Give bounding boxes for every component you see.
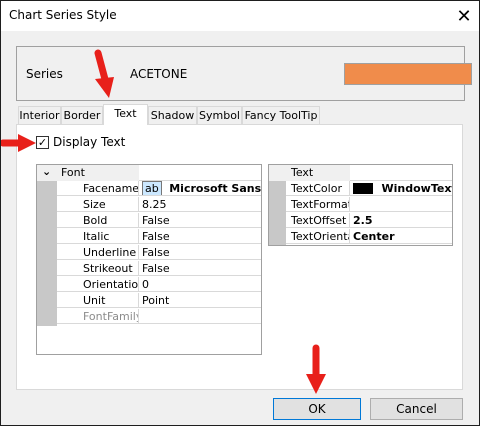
property-name: TextOffset (286, 213, 350, 228)
chart-series-style-dialog: Chart Series Style ✕ Series ACETONE Inte… (0, 0, 480, 426)
property-name: TextOrienta (286, 229, 350, 244)
font-category-row[interactable]: ⌄ Font (37, 165, 139, 181)
text-property-grid[interactable]: Text TextColor WindowText TextFormat Tex… (268, 164, 453, 246)
property-name: Strikeout (57, 261, 139, 276)
property-row[interactable]: Orientation 0 (57, 277, 261, 293)
tab-interior[interactable]: Interior (18, 106, 61, 124)
collapse-icon[interactable]: ⌄ (42, 164, 51, 179)
property-name: TextColor (286, 181, 350, 196)
annotation-arrow-right-icon (1, 134, 36, 152)
property-row[interactable]: Unit Point (57, 293, 261, 309)
property-value[interactable] (350, 197, 452, 212)
property-name: Orientation (57, 277, 139, 292)
property-row[interactable]: Underline False (57, 245, 261, 261)
facename-value: Microsoft Sans S (169, 182, 261, 195)
property-value[interactable]: 2.5 (350, 213, 452, 228)
property-value[interactable] (139, 309, 261, 324)
property-row[interactable]: Strikeout False (57, 261, 261, 277)
text-category-label: Text (291, 166, 314, 179)
property-value[interactable]: Center (350, 229, 452, 244)
property-value[interactable]: False (139, 213, 261, 228)
property-name: FontFamily (57, 309, 139, 324)
cancel-button[interactable]: Cancel (370, 398, 463, 420)
property-row[interactable]: FontFamily (57, 309, 261, 325)
property-value[interactable]: WindowText (350, 181, 452, 196)
property-name: Size (57, 197, 139, 212)
annotation-arrow-down-icon (306, 344, 326, 394)
property-name: Underline (57, 245, 139, 260)
close-icon[interactable]: ✕ (449, 1, 479, 31)
font-category-value (139, 165, 261, 181)
property-row[interactable]: Facename ab Microsoft Sans S (57, 181, 261, 197)
series-group: Series ACETONE (16, 46, 472, 101)
property-row[interactable]: TextOffset 2.5 (286, 213, 452, 229)
font-property-grid[interactable]: ⌄ Font Facename ab Microsoft Sans S Size… (36, 164, 262, 355)
property-name: Facename (57, 181, 139, 196)
property-name: Bold (57, 213, 139, 228)
series-color-swatch[interactable] (344, 63, 472, 85)
font-category-label: Font (61, 166, 85, 179)
font-sample-icon: ab (142, 181, 162, 195)
text-category-value (350, 165, 452, 181)
tab-symbol[interactable]: Symbol (197, 106, 242, 124)
property-value[interactable]: Point (139, 293, 261, 308)
window-title: Chart Series Style (9, 8, 117, 22)
display-text-label: Display Text (53, 135, 126, 149)
property-value[interactable]: 0 (139, 277, 261, 292)
title-bar: Chart Series Style ✕ (1, 1, 479, 31)
property-row[interactable]: Size 8.25 (57, 197, 261, 213)
property-value[interactable]: False (139, 229, 261, 244)
ok-button[interactable]: OK (273, 398, 361, 420)
series-name: ACETONE (130, 67, 188, 81)
property-row[interactable]: TextOrienta Center (286, 229, 452, 245)
property-name: Unit (57, 293, 139, 308)
property-name: TextFormat (286, 197, 350, 212)
display-text-option[interactable]: ✓ Display Text (36, 135, 125, 149)
series-label: Series (26, 67, 63, 81)
tab-text[interactable]: Text (103, 104, 148, 125)
property-name: Italic (57, 229, 139, 244)
tab-border[interactable]: Border (61, 106, 103, 124)
property-value[interactable]: False (139, 245, 261, 260)
text-color-value: WindowText (381, 182, 453, 195)
text-category-row[interactable]: Text (269, 165, 350, 181)
property-value[interactable]: ab Microsoft Sans S (139, 181, 261, 196)
property-value[interactable]: False (139, 261, 261, 276)
property-row[interactable]: Italic False (57, 229, 261, 245)
annotation-arrow-down-icon (94, 49, 114, 98)
property-value[interactable]: 8.25 (139, 197, 261, 212)
property-row[interactable]: Bold False (57, 213, 261, 229)
tab-shadow[interactable]: Shadow (148, 106, 197, 124)
property-row[interactable]: TextFormat (286, 197, 452, 213)
display-text-checkbox[interactable]: ✓ (36, 135, 49, 149)
text-color-swatch (353, 183, 373, 194)
property-row[interactable]: TextColor WindowText (286, 181, 452, 197)
grid-gutter (37, 165, 57, 326)
tab-fancy-tooltip[interactable]: Fancy ToolTip (242, 106, 320, 124)
